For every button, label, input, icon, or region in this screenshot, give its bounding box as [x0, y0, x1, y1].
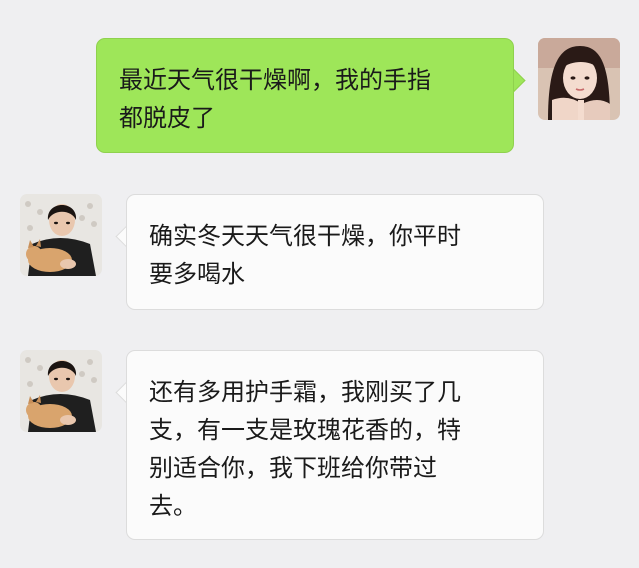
message-line: 最近天气很干燥啊，我的手指: [119, 66, 431, 94]
girl-avatar-icon: [538, 38, 620, 120]
self-message-bubble[interactable]: 最近天气很干燥啊，我的手指 都脱皮了: [96, 38, 514, 153]
message-line: 别适合你，我下班给你带过: [149, 454, 437, 482]
man-with-cat-avatar-icon: [20, 194, 102, 276]
message-line: 要多喝水: [149, 260, 245, 288]
contact-avatar[interactable]: [20, 350, 102, 432]
message-line: 去。: [149, 492, 197, 520]
man-with-cat-avatar-icon: [20, 350, 102, 432]
message-line: 都脱皮了: [119, 104, 215, 132]
message-line: 支，有一支是玫瑰花香的，特: [149, 416, 461, 444]
message-line: 确实冬天天气很干燥，你平时: [149, 222, 461, 250]
contact-message-bubble[interactable]: 确实冬天天气很干燥，你平时 要多喝水: [126, 194, 544, 310]
contact-message-bubble[interactable]: 还有多用护手霜，我刚买了几 支，有一支是玫瑰花香的，特 别适合你，我下班给你带过…: [126, 350, 544, 540]
self-avatar[interactable]: [538, 38, 620, 120]
contact-avatar[interactable]: [20, 194, 102, 276]
message-line: 还有多用护手霜，我刚买了几: [149, 378, 461, 406]
